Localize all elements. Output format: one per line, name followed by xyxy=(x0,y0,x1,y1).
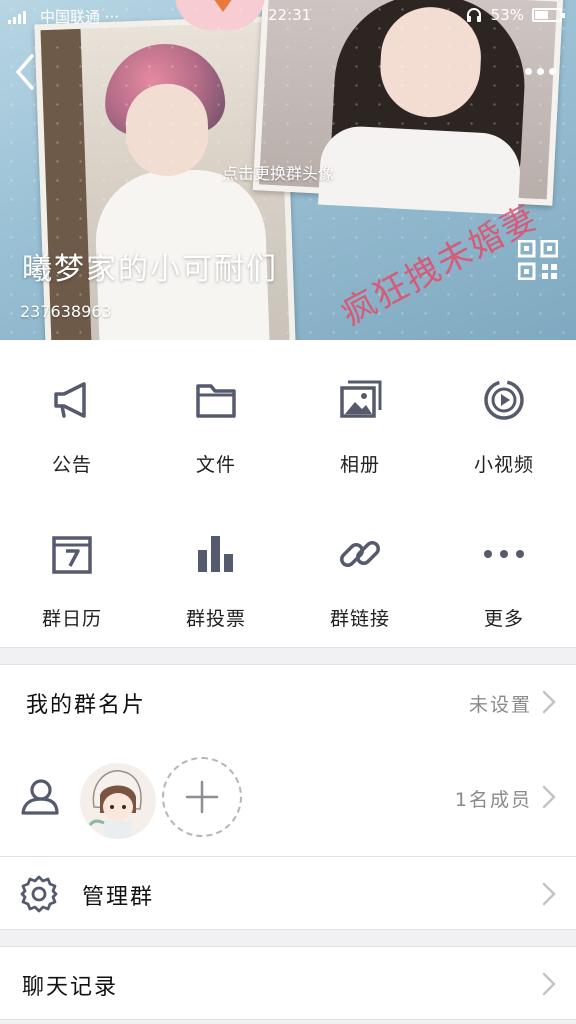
action-label: 公告 xyxy=(51,454,92,476)
video-icon xyxy=(484,380,524,420)
folder-icon xyxy=(196,384,236,418)
status-time: 22:31 xyxy=(268,6,312,24)
chevron-right-icon xyxy=(542,882,556,906)
more-dots-icon xyxy=(484,550,524,558)
chevron-right-icon xyxy=(542,785,556,809)
more-options-button[interactable] xyxy=(518,56,562,86)
action-short-video[interactable]: 小视频 xyxy=(432,340,576,494)
group-cover-header[interactable]: 疯狂拽未婚妻 中国联通 ··· 22:31 53% 点击更换群头像 曦梦家的小可… xyxy=(0,0,576,340)
members-icon xyxy=(21,779,59,815)
group-card-value: 未设置 xyxy=(468,694,532,716)
action-calendar[interactable]: 群日历 xyxy=(0,494,144,648)
action-label: 群链接 xyxy=(329,608,390,630)
action-label: 小视频 xyxy=(473,454,534,476)
action-label: 文件 xyxy=(195,454,236,476)
action-album[interactable]: 相册 xyxy=(288,340,432,494)
row-title: 聊天记录 xyxy=(22,975,119,1000)
chat-history-row[interactable]: 聊天记录 xyxy=(0,946,576,1020)
status-bar: 中国联通 ··· 22:31 53% xyxy=(0,0,576,30)
group-actions-grid: 公告 文件 相册 小视频 群日历 群投票 群链接 更多 xyxy=(0,340,576,648)
action-label: 群投票 xyxy=(185,608,246,630)
members-row[interactable]: 1名成员 xyxy=(0,737,576,857)
member-count: 1名成员 xyxy=(454,789,532,811)
headphone-icon xyxy=(466,8,481,22)
back-button[interactable] xyxy=(10,52,44,92)
action-more[interactable]: 更多 xyxy=(432,494,576,648)
chevron-right-icon xyxy=(542,972,556,996)
group-id: 237638963 xyxy=(20,302,112,321)
group-name: 曦梦家的小可耐们 xyxy=(22,252,278,287)
plus-icon xyxy=(185,780,219,814)
action-files[interactable]: 文件 xyxy=(144,340,288,494)
action-label: 相册 xyxy=(339,454,380,476)
action-label: 更多 xyxy=(483,608,524,630)
megaphone-icon xyxy=(54,382,86,418)
bar-chart-icon xyxy=(198,536,233,572)
gear-icon xyxy=(20,875,58,913)
group-settings-screen: 疯狂拽未婚妻 中国联通 ··· 22:31 53% 点击更换群头像 曦梦家的小可… xyxy=(0,0,576,1024)
chevron-right-icon xyxy=(542,690,556,714)
qr-code-button[interactable] xyxy=(518,240,558,280)
my-group-card-row[interactable]: 我的群名片 未设置 xyxy=(0,664,576,738)
action-label: 群日历 xyxy=(41,608,102,630)
carrier-label: 中国联通 ··· xyxy=(40,8,120,26)
member-avatar[interactable] xyxy=(80,763,156,839)
row-title: 管理群 xyxy=(82,885,155,910)
battery-icon xyxy=(532,8,565,22)
add-member-button[interactable] xyxy=(162,757,242,837)
calendar-icon xyxy=(52,536,92,574)
action-vote[interactable]: 群投票 xyxy=(144,494,288,648)
action-link[interactable]: 群链接 xyxy=(288,494,432,648)
signal-icon xyxy=(8,10,34,24)
row-title: 我的群名片 xyxy=(26,693,147,718)
battery-percent: 53% xyxy=(490,6,524,24)
manage-group-row[interactable]: 管理群 xyxy=(0,856,576,930)
action-announcement[interactable]: 公告 xyxy=(0,340,144,494)
photo-album-icon xyxy=(340,380,382,418)
change-group-avatar-link[interactable]: 点击更换群头像 xyxy=(222,160,334,184)
link-icon xyxy=(340,541,380,567)
